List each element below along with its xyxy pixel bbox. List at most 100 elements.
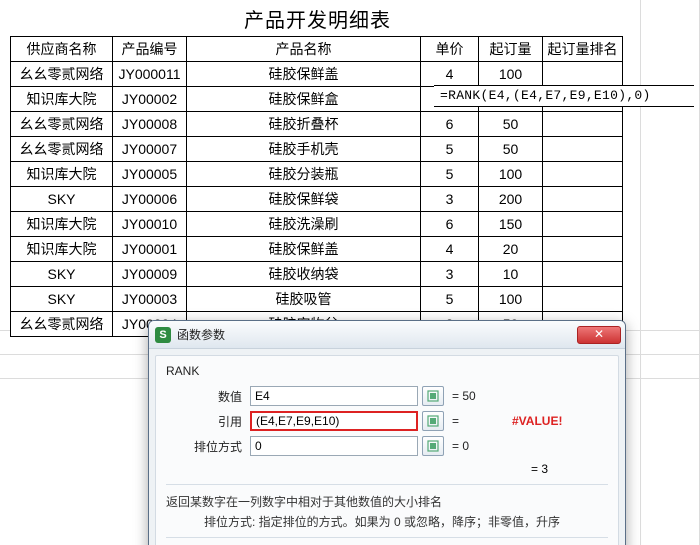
table-row[interactable]: 知识库大院JY00005硅胶分装瓶5100 (11, 162, 623, 187)
function-arguments-dialog[interactable]: S 函数参数 ✕ RANK 数值 = 50 引用 = #VALU (148, 320, 626, 545)
cell[interactable]: 100 (479, 287, 543, 312)
function-description: 返回某数字在一列数字中相对于其他数值的大小排名 (166, 495, 442, 509)
editing-formula-cell[interactable]: =RANK(E4,(E4,E7,E9,E10),0) (434, 85, 694, 107)
cell[interactable]: 5 (421, 137, 479, 162)
table-row[interactable]: SKYJY00009硅胶收纳袋310 (11, 262, 623, 287)
cell[interactable]: 幺幺零贰网络 (11, 62, 113, 87)
arg-number-result: = 50 (452, 389, 512, 403)
cell[interactable]: 100 (479, 162, 543, 187)
table-row[interactable]: 幺幺零贰网络JY00007硅胶手机壳550 (11, 137, 623, 162)
cell[interactable]: JY00006 (113, 187, 187, 212)
cell[interactable]: 5 (421, 287, 479, 312)
cell[interactable]: 5 (421, 162, 479, 187)
cell[interactable]: JY00008 (113, 112, 187, 137)
table-row[interactable]: 幺幺零贰网络JY000011硅胶保鲜盖4100 (11, 62, 623, 87)
cell[interactable]: JY00007 (113, 137, 187, 162)
arg-ref-result: #VALUE! (512, 414, 562, 428)
arg-order-label: 排位方式 (166, 438, 250, 455)
cell[interactable] (543, 137, 623, 162)
table-header-row: 供应商名称 产品编号 产品名称 单价 起订量 起订量排名 (11, 37, 623, 62)
cell[interactable]: 20 (479, 237, 543, 262)
calculation-result: 计算结果 = 3 (166, 537, 608, 545)
cell[interactable]: SKY (11, 287, 113, 312)
cell[interactable]: 3 (421, 262, 479, 287)
cell[interactable]: 硅胶分装瓶 (187, 162, 421, 187)
table-row[interactable]: 幺幺零贰网络JY00008硅胶折叠杯650 (11, 112, 623, 137)
cell[interactable]: JY00003 (113, 287, 187, 312)
col-supplier[interactable]: 供应商名称 (11, 37, 113, 62)
col-product-name[interactable]: 产品名称 (187, 37, 421, 62)
cell[interactable]: 硅胶保鲜袋 (187, 187, 421, 212)
cell[interactable]: 幺幺零贰网络 (11, 112, 113, 137)
cell[interactable]: 硅胶收纳袋 (187, 262, 421, 287)
data-table[interactable]: 供应商名称 产品编号 产品名称 单价 起订量 起订量排名 幺幺零贰网络JY000… (10, 36, 623, 337)
arg-order-result: = 0 (452, 439, 512, 453)
cell[interactable] (543, 162, 623, 187)
argument-description: 排位方式: 指定排位的方式。如果为 0 或忽略，降序；非零值，升序 (166, 513, 608, 531)
cell[interactable]: JY000011 (113, 62, 187, 87)
cell[interactable]: 知识库大院 (11, 212, 113, 237)
cell[interactable]: JY00010 (113, 212, 187, 237)
cell[interactable]: 硅胶洗澡刷 (187, 212, 421, 237)
cell[interactable] (543, 187, 623, 212)
cell[interactable] (543, 262, 623, 287)
arg-number-label: 数值 (166, 388, 250, 405)
table-row[interactable]: 知识库大院JY00010硅胶洗澡刷6150 (11, 212, 623, 237)
cell[interactable]: 硅胶保鲜盖 (187, 62, 421, 87)
function-name: RANK (166, 364, 608, 378)
cell[interactable]: 150 (479, 212, 543, 237)
table-title: 产品开发明细表 (10, 4, 625, 34)
formula-preview: = 3 (166, 462, 608, 476)
cell[interactable]: JY00009 (113, 262, 187, 287)
table-row[interactable]: SKYJY00006硅胶保鲜袋3200 (11, 187, 623, 212)
cell[interactable]: 知识库大院 (11, 87, 113, 112)
cell[interactable]: 硅胶手机壳 (187, 137, 421, 162)
cell[interactable]: 50 (479, 112, 543, 137)
cell[interactable]: 幺幺零贰网络 (11, 312, 113, 337)
cell[interactable]: 知识库大院 (11, 237, 113, 262)
arg-ref-input[interactable] (250, 411, 418, 431)
cell[interactable] (543, 112, 623, 137)
cell[interactable]: 硅胶吸管 (187, 287, 421, 312)
cell[interactable]: JY00002 (113, 87, 187, 112)
cell[interactable]: 硅胶保鲜盒 (187, 87, 421, 112)
cell[interactable] (543, 287, 623, 312)
table-row[interactable]: 知识库大院JY00001硅胶保鲜盖420 (11, 237, 623, 262)
spreadsheet-area[interactable]: 产品开发明细表 供应商名称 产品编号 产品名称 单价 起订量 起订量排名 幺幺零… (0, 0, 700, 545)
col-moq-rank[interactable]: 起订量排名 (543, 37, 623, 62)
cell[interactable]: SKY (11, 262, 113, 287)
arg-ref-result-eq: = (452, 414, 512, 428)
cell[interactable] (543, 62, 623, 87)
arg-number-input[interactable] (250, 386, 418, 406)
cell[interactable]: SKY (11, 187, 113, 212)
dialog-titlebar[interactable]: S 函数参数 ✕ (149, 321, 625, 349)
dialog-title: 函数参数 (177, 326, 577, 343)
cell[interactable]: 4 (421, 62, 479, 87)
ref-picker-icon[interactable] (422, 411, 444, 431)
cell[interactable]: 6 (421, 212, 479, 237)
cell[interactable]: 硅胶保鲜盖 (187, 237, 421, 262)
cell[interactable]: 硅胶折叠杯 (187, 112, 421, 137)
cell[interactable]: 知识库大院 (11, 162, 113, 187)
cell[interactable]: 3 (421, 187, 479, 212)
table-row[interactable]: SKYJY00003硅胶吸管5100 (11, 287, 623, 312)
arg-order-input[interactable] (250, 436, 418, 456)
arg-ref-label: 引用 (166, 413, 250, 430)
cell[interactable]: 100 (479, 62, 543, 87)
cell[interactable]: 50 (479, 137, 543, 162)
col-unit-price[interactable]: 单价 (421, 37, 479, 62)
col-moq[interactable]: 起订量 (479, 37, 543, 62)
cell[interactable]: 4 (421, 237, 479, 262)
col-product-id[interactable]: 产品编号 (113, 37, 187, 62)
cell[interactable]: JY00005 (113, 162, 187, 187)
cell[interactable]: 200 (479, 187, 543, 212)
cell[interactable]: JY00001 (113, 237, 187, 262)
cell[interactable]: 幺幺零贰网络 (11, 137, 113, 162)
cell[interactable] (543, 212, 623, 237)
cell[interactable] (543, 237, 623, 262)
ref-picker-icon[interactable] (422, 436, 444, 456)
cell[interactable]: 6 (421, 112, 479, 137)
close-icon[interactable]: ✕ (577, 326, 621, 344)
ref-picker-icon[interactable] (422, 386, 444, 406)
cell[interactable]: 10 (479, 262, 543, 287)
